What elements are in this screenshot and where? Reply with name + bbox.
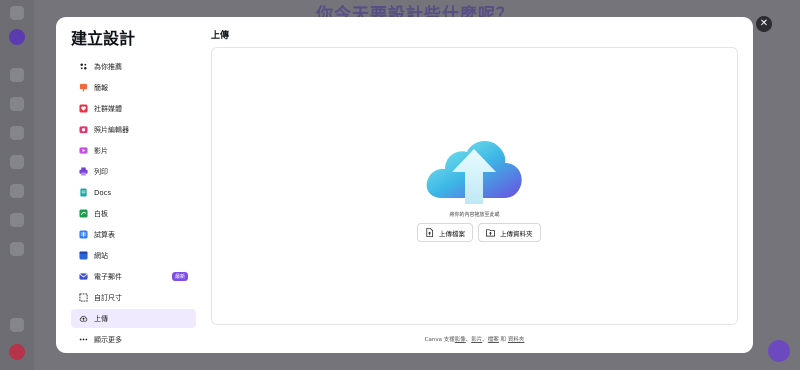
nav-item-print[interactable]: 列印 [71,162,196,181]
nav-item-recommended[interactable]: 為你推薦 [71,57,196,76]
custom-size-icon [79,293,88,302]
docs-icon [79,188,88,197]
nav-item-label: 列印 [94,167,108,176]
nav-item-label: 顯示更多 [94,335,122,344]
nav-item-spreadsheet[interactable]: 試算表 [71,225,196,244]
brand-avatar [9,29,25,45]
email-icon [79,272,88,281]
rail-apps-icon [10,184,24,198]
nav-item-show-more[interactable]: 顯示更多 [71,330,196,349]
rail-home-icon [10,68,24,82]
upload-folder-button[interactable]: 上傳資料夾 [478,223,541,242]
category-nav: 為你推薦 簡報 社群媒體 照片編輯器 影片 列印 Docs 白板 試算表 網站 … [71,57,196,351]
file-upload-icon [426,228,434,237]
rail-brand-icon [10,155,24,169]
rail-projects-icon [10,97,24,111]
nav-item-video[interactable]: 影片 [71,141,196,160]
footer-and: 和 [498,337,508,343]
nav-item-label: 簡報 [94,83,108,92]
left-rail [0,0,34,370]
upload-cloud-icon [79,314,88,323]
nav-item-label: 電子郵件 [94,272,122,281]
nav-item-label: 社群媒體 [94,104,122,113]
upload-file-button[interactable]: 上傳檔案 [417,223,473,242]
nav-item-label: 網站 [94,251,108,260]
spreadsheet-icon [79,230,88,239]
nav-item-label: 自訂尺寸 [94,293,122,302]
nav-item-whiteboard[interactable]: 白板 [71,204,196,223]
nav-item-website[interactable]: 網站 [71,246,196,265]
nav-item-upload[interactable]: 上傳 [71,309,196,328]
upload-dropzone[interactable]: 將你的內容拖放至此或 上傳檔案 上傳資料夾 [211,47,738,325]
section-title: 上傳 [211,31,230,41]
close-icon: ✕ [759,18,769,29]
nav-item-photo-editor[interactable]: 照片編輯器 [71,120,196,139]
folders-link[interactable]: 資料夾 [508,337,525,343]
nav-item-label: 試算表 [94,230,115,239]
nav-item-label: 白板 [94,209,108,218]
footer-prefix: Canva 支援 [424,337,455,343]
files-link[interactable]: 檔案 [488,337,499,343]
drop-instructions: 將你的內容拖放至此或 [449,212,500,218]
more-icon [79,335,88,344]
nav-item-presentations[interactable]: 簡報 [71,78,196,97]
assistant-button [768,340,790,362]
rail-templates-icon [10,126,24,140]
nav-item-social-media[interactable]: 社群媒體 [71,99,196,118]
heart-icon [79,104,88,113]
upload-cloud-illustration [426,140,522,204]
close-button[interactable]: ✕ [756,16,772,32]
nav-item-label: 為你推薦 [94,62,122,71]
create-design-modal: 建立設計 為你推薦 簡報 社群媒體 照片編輯器 影片 列印 Docs 白板 試算… [56,17,753,353]
nav-item-custom-size[interactable]: 自訂尺寸 [71,288,196,307]
camera-icon [79,125,88,134]
whiteboard-icon [79,209,88,218]
nav-item-docs[interactable]: Docs [71,183,196,202]
upload-buttons: 上傳檔案 上傳資料夾 [417,223,541,242]
modal-title: 建立設計 [71,29,136,48]
upload-file-label: 上傳檔案 [439,229,465,238]
sparkle-icon [79,62,88,71]
supported-formats-note: Canva 支援影像、影片、檔案 和 資料夾 [211,335,738,343]
nav-item-label: 影片 [94,146,108,155]
new-badge: 最新 [171,272,188,281]
folder-upload-icon [486,229,495,237]
upload-folder-label: 上傳資料夾 [500,229,533,238]
website-icon [79,251,88,260]
images-link[interactable]: 影像 [455,337,466,343]
presentation-icon [79,83,88,92]
videos-link[interactable]: 影片 [471,337,482,343]
user-avatar [9,344,25,360]
nav-item-label: 照片編輯器 [94,125,129,134]
rail-more-icon [10,242,24,256]
rail-notifications-icon [10,318,24,332]
video-icon [79,146,88,155]
nav-item-label: Docs [94,188,112,197]
rail-ai-icon [10,213,24,227]
menu-icon [10,6,24,20]
printer-icon [79,167,88,176]
nav-item-label: 上傳 [94,314,108,323]
nav-item-email[interactable]: 電子郵件 最新 [71,267,196,286]
